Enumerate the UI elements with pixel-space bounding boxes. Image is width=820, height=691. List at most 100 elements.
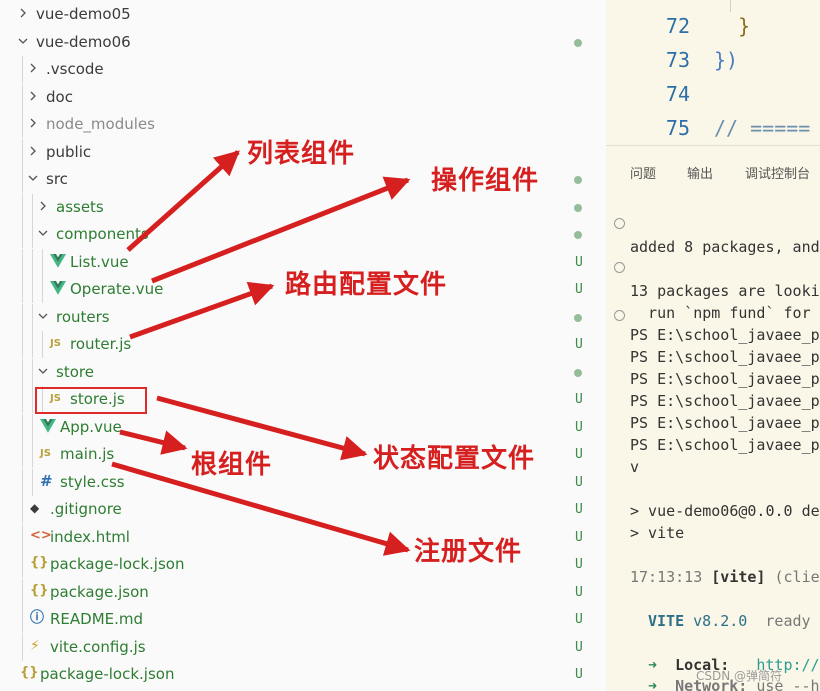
indent-guide (32, 441, 33, 468)
git-status-badge: U (575, 392, 583, 407)
indent-guide (42, 331, 43, 358)
indent-guide (42, 276, 43, 303)
indent-guide (22, 276, 23, 303)
json-icon: {} (20, 665, 39, 680)
indent-guide (22, 606, 23, 633)
explorer-item-package-lock-json[interactable]: {} package-lock.json U (0, 661, 606, 688)
chevron-right-icon[interactable] (28, 146, 38, 156)
git-status-badge: U (575, 529, 583, 545)
chevron-right-icon[interactable] (28, 91, 38, 101)
log-vite-tag: [vite] (711, 568, 766, 586)
explorer-item-store[interactable]: store (0, 358, 606, 386)
explorer-item-routers[interactable]: routers (0, 303, 606, 331)
chevron-down-icon[interactable] (38, 311, 48, 321)
indent-guide (22, 111, 23, 138)
explorer-item-readme-md[interactable]: ⓘ README.md U (0, 606, 606, 633)
indent-guide (22, 413, 23, 441)
git-status-badge: U (575, 419, 583, 435)
indent-guide (22, 221, 23, 248)
indent-guide (32, 221, 33, 248)
explorer-item-vite-config-js[interactable]: ⚡ vite.config.js U (0, 633, 606, 661)
terminal-ps-line: PS E:\school_javaee_p (630, 414, 820, 432)
code-line-75[interactable]: 75 // ===== (606, 110, 820, 144)
explorer-item-assets[interactable]: assets (0, 193, 606, 221)
explorer-item-label: .vscode (46, 60, 104, 78)
indent-guide (22, 248, 23, 276)
vite-ready: ready (765, 612, 811, 630)
vue-icon (40, 418, 56, 437)
command-decoration-icon[interactable] (614, 262, 625, 273)
chevron-down-icon[interactable] (18, 36, 28, 46)
explorer-item-label: doc (46, 87, 73, 106)
arrow-icon: ➜ (648, 677, 658, 691)
indent-guide (22, 358, 23, 386)
indent-guide (22, 523, 23, 551)
explorer-item-router-js[interactable]: JS router.js U (0, 331, 606, 358)
indent-guide (22, 331, 23, 358)
explorer-item-label: public (46, 142, 92, 161)
watermark: CSDN @弹简符 (696, 669, 783, 683)
git-status-badge: U (575, 254, 583, 270)
git-status-badge: U (575, 584, 583, 600)
command-decoration-icon[interactable] (614, 218, 625, 229)
explorer-item-label: vite.config.js (50, 637, 146, 656)
explorer-item-app-vue[interactable]: App.vue U (0, 413, 606, 441)
explorer-item-label: style.css (60, 472, 125, 491)
javascript-icon: JS (40, 448, 51, 459)
terminal-ps-line: PS E:\school_javaee_p (630, 392, 820, 410)
git-icon: ◆ (30, 501, 40, 515)
tab-output[interactable]: 输出 (687, 163, 713, 182)
bottom-panel: 问题 输出 调试控制台 added 8 packages, and 13 pac… (606, 145, 820, 691)
info-icon: ⓘ (30, 610, 44, 626)
chevron-right-icon[interactable] (28, 118, 38, 128)
git-status-badge: U (575, 639, 583, 655)
explorer-item-label: vue-demo06 (36, 32, 131, 51)
terminal-fund-line: run `npm fund` for (630, 304, 811, 322)
indent-guide (32, 248, 33, 276)
chevron-right-icon[interactable] (18, 8, 28, 18)
explorer-item-components[interactable]: components (0, 221, 606, 248)
indent-guide (22, 303, 23, 331)
explorer-item-label: List.vue (70, 252, 129, 271)
tab-problems[interactable]: 问题 (630, 163, 656, 182)
vite-icon: ⚡ (30, 637, 40, 654)
explorer-item-vue-demo06[interactable]: vue-demo06 (0, 29, 606, 56)
explorer-item-package-json[interactable]: {} package.json U (0, 578, 606, 606)
json-icon: {} (30, 582, 49, 598)
code-text: }) (714, 48, 739, 72)
code-line-72[interactable]: 72 } (606, 8, 820, 42)
indent-guide (22, 551, 23, 578)
terminal-vite-log: 17:13:13 [vite] (clie (630, 567, 820, 587)
command-decoration-icon[interactable] (614, 310, 625, 321)
chevron-down-icon[interactable] (28, 173, 38, 183)
indent-guide (22, 138, 23, 166)
terminal-ps-line: PS E:\school_javaee_p (630, 348, 820, 366)
indent-guide (32, 413, 33, 441)
chevron-right-icon[interactable] (28, 63, 38, 73)
annotation-root-component: 根组件 (191, 450, 273, 480)
terminal-added-line: added 8 packages, and (630, 238, 820, 256)
git-status-badge: U (575, 502, 583, 517)
explorer-item-doc[interactable]: doc (0, 83, 606, 111)
chevron-down-icon[interactable] (38, 228, 48, 238)
explorer-item-gitignore[interactable]: ◆ .gitignore U (0, 496, 606, 523)
code-editor[interactable]: 72 } 73 }) 74 75 // ===== (606, 0, 820, 145)
explorer-item-vscode[interactable]: .vscode (0, 56, 606, 83)
chevron-right-icon[interactable] (38, 201, 48, 211)
explorer-item-label: components (56, 225, 149, 243)
indent-guide (42, 248, 43, 276)
explorer-item-label: package-lock.json (50, 555, 185, 573)
indent-guide (32, 358, 33, 386)
indent-guide (22, 468, 23, 496)
code-line-74[interactable]: 74 (606, 76, 820, 110)
vue-icon (50, 253, 66, 272)
explorer-item-vue-demo05[interactable]: vue-demo05 (0, 1, 606, 28)
explorer-panel: vue-demo05 vue-demo06 .vscode doc node_modul… (0, 0, 606, 691)
explorer-item-label: router.js (70, 335, 132, 353)
git-modified-dot (574, 38, 582, 47)
git-status-badge: U (575, 447, 583, 462)
code-line-73[interactable]: 73 }) (606, 42, 820, 76)
chevron-down-icon[interactable] (38, 366, 48, 376)
git-status-badge: U (575, 282, 583, 297)
tab-debug-console[interactable]: 调试控制台 (745, 163, 810, 182)
